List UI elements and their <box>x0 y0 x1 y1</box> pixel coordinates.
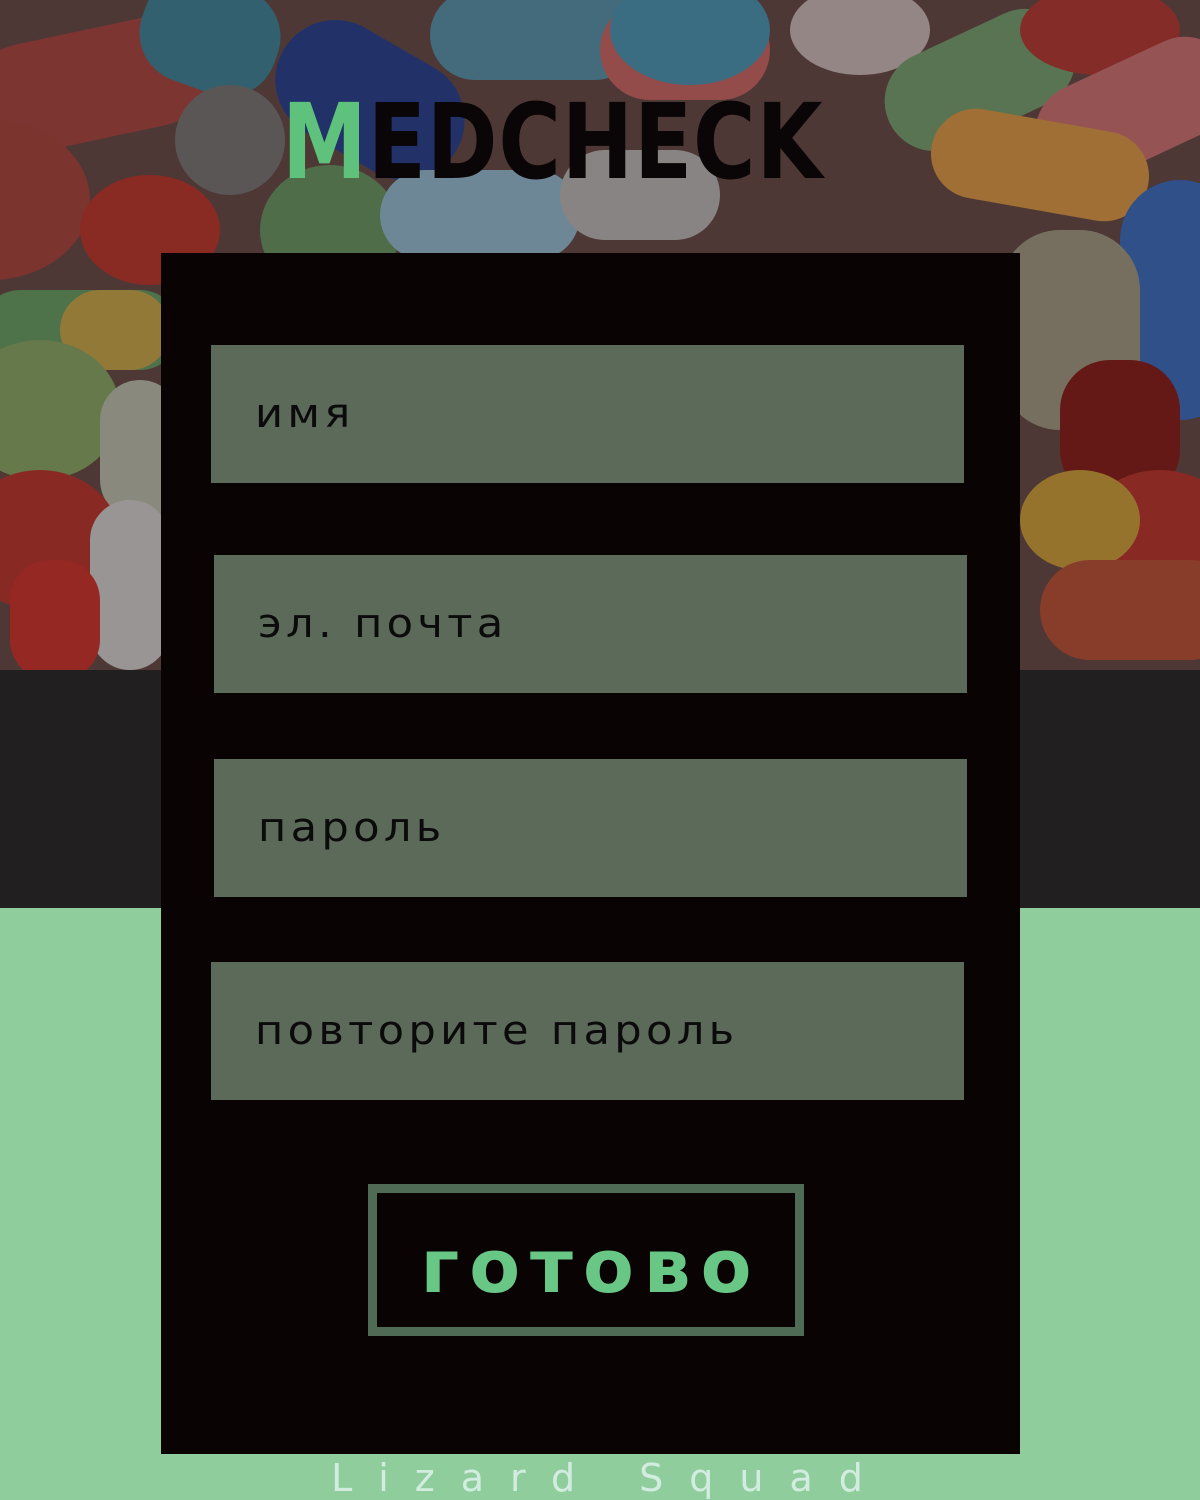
footer-credit: Lizard Squad <box>331 1456 889 1500</box>
logo-rest: EDCHECK <box>367 81 824 203</box>
name-field[interactable]: имя <box>211 345 964 483</box>
registration-form: имя эл. почта пароль повторите пароль го… <box>161 253 1020 1454</box>
submit-button[interactable]: готово <box>368 1184 804 1336</box>
app-logo: MEDCHECK <box>282 90 823 194</box>
logo-first-letter: M <box>282 81 368 203</box>
submit-button-label: готово <box>420 1224 762 1310</box>
password-field[interactable]: пароль <box>214 759 967 897</box>
email-field-placeholder: эл. почта <box>258 601 508 647</box>
email-field[interactable]: эл. почта <box>214 555 967 693</box>
repeat-password-field[interactable]: повторите пароль <box>211 962 964 1100</box>
password-field-placeholder: пароль <box>258 805 446 851</box>
repeat-password-field-placeholder: повторите пароль <box>255 1008 739 1054</box>
name-field-placeholder: имя <box>255 391 355 437</box>
